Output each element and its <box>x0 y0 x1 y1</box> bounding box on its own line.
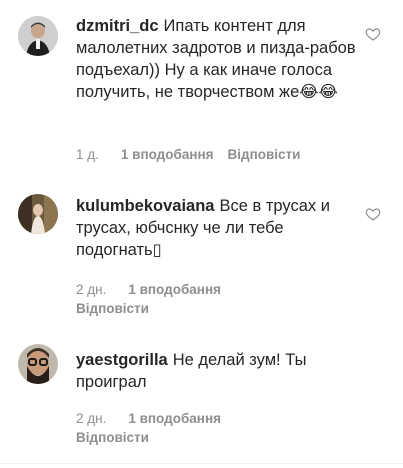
comment-meta: 1 д. 1 вподобання Відповісти <box>76 144 366 166</box>
comment-meta-reply: Відповісти <box>76 298 366 320</box>
heart-outline-icon[interactable] <box>365 26 381 42</box>
comment-age[interactable]: 2 дн. <box>76 282 106 297</box>
comment-username[interactable]: yaestgorilla <box>76 351 168 369</box>
comment-meta-reply: Відповісти <box>76 427 366 449</box>
comment-age[interactable]: 2 дн. <box>76 411 106 426</box>
heart-outline-icon[interactable] <box>365 206 381 222</box>
comment-text: kulumbekovaiana Все в трусах и трусах, юб… <box>76 195 361 261</box>
reply-button[interactable]: Відповісти <box>76 301 149 316</box>
comment-text: dzmitri_dc Ипать контент для малолетних з… <box>76 15 361 103</box>
reply-button[interactable]: Відповісти <box>76 430 149 445</box>
comment-age[interactable]: 1 д. <box>76 147 99 162</box>
comment-text: yaestgorilla Не делай зум! Ты проиграл <box>76 349 361 393</box>
like-count[interactable]: 1 вподобання <box>121 147 214 162</box>
like-count[interactable]: 1 вподобання <box>128 411 221 426</box>
reply-button[interactable]: Відповісти <box>228 147 301 162</box>
avatar[interactable] <box>18 16 58 56</box>
comment-username[interactable]: kulumbekovaiana <box>76 197 214 215</box>
comment-username[interactable]: dzmitri_dc <box>76 17 159 35</box>
bottom-divider <box>0 463 403 464</box>
avatar[interactable] <box>18 194 58 234</box>
like-count[interactable]: 1 вподобання <box>128 282 221 297</box>
avatar[interactable] <box>18 344 58 384</box>
